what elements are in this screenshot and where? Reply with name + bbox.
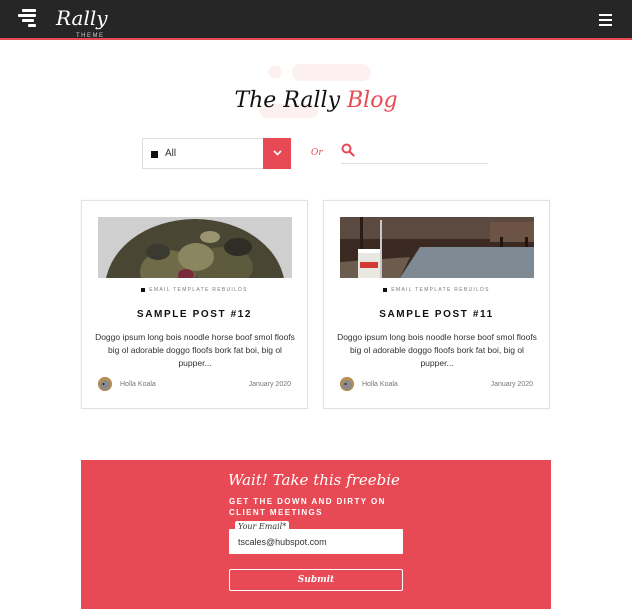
freebie-signup-panel: Wait! Take this freebie GET THE DOWN AND… bbox=[81, 460, 551, 609]
post-excerpt: Doggo ipsum long bois noodle horse boof … bbox=[95, 332, 295, 368]
page-title-main: The Rally bbox=[234, 88, 340, 113]
decorative-shape bbox=[268, 66, 282, 78]
post-date: January 2020 bbox=[490, 381, 533, 388]
post-excerpt: Doggo ipsum long bois noodle horse boof … bbox=[337, 332, 537, 368]
select-bullet-icon bbox=[151, 151, 158, 158]
email-field[interactable] bbox=[238, 535, 398, 548]
site-logo[interactable]: Rally THEME bbox=[18, 7, 108, 39]
top-navigation-bar: Rally THEME bbox=[0, 0, 632, 40]
logo-subtitle: THEME bbox=[76, 33, 105, 39]
logo-wordmark: Rally THEME bbox=[56, 8, 108, 39]
email-field-label: Your Email* bbox=[235, 521, 290, 532]
category-filter-select[interactable]: All bbox=[142, 138, 291, 169]
chevron-down-icon bbox=[272, 150, 282, 156]
dropdown-toggle-button[interactable] bbox=[263, 138, 291, 169]
page-title: The Rally Blog bbox=[0, 88, 632, 113]
author-avatar bbox=[98, 377, 112, 391]
post-title[interactable]: SAMPLE POST #11 bbox=[324, 309, 549, 320]
hamburger-menu-icon[interactable] bbox=[599, 14, 612, 26]
post-author: Holla Koala bbox=[120, 381, 156, 388]
search-underline bbox=[341, 163, 488, 164]
post-author: Holla Koala bbox=[362, 381, 398, 388]
rally-logo-icon bbox=[18, 7, 40, 29]
search-icon[interactable] bbox=[341, 143, 355, 157]
post-card[interactable]: EMAIL TEMPLATE REBUILDS SAMPLE POST #11 … bbox=[323, 200, 550, 409]
freebie-title: Wait! Take this freebie bbox=[228, 471, 400, 489]
post-thumbnail[interactable] bbox=[340, 217, 534, 278]
or-separator: Or bbox=[311, 148, 323, 158]
post-card[interactable]: EMAIL TEMPLATE REBUILDS SAMPLE POST #12 … bbox=[81, 200, 308, 409]
category-filter-value: All bbox=[165, 148, 177, 159]
author-avatar bbox=[340, 377, 354, 391]
submit-button[interactable]: Submit bbox=[229, 569, 403, 591]
post-title[interactable]: SAMPLE POST #12 bbox=[82, 309, 307, 320]
post-thumbnail[interactable] bbox=[98, 217, 292, 278]
post-date: January 2020 bbox=[248, 381, 291, 388]
decorative-shape bbox=[292, 64, 371, 81]
post-category[interactable]: EMAIL TEMPLATE REBUILDS bbox=[324, 287, 549, 293]
freebie-subtitle: GET THE DOWN AND DIRTY ON CLIENT MEETING… bbox=[229, 497, 386, 517]
page-title-accent: Blog bbox=[347, 88, 398, 113]
post-category[interactable]: EMAIL TEMPLATE REBUILDS bbox=[82, 287, 307, 293]
search-input[interactable] bbox=[360, 142, 486, 160]
